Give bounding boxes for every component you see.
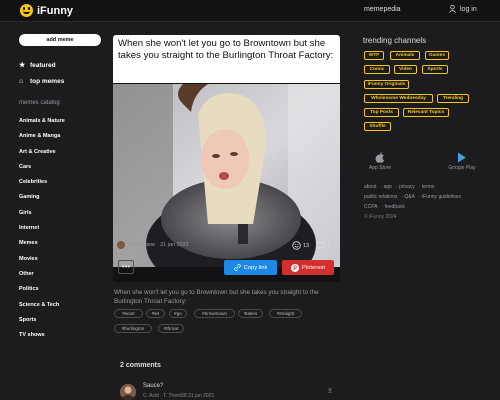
user-icon bbox=[449, 5, 456, 13]
logo[interactable]: iFunny bbox=[20, 4, 73, 17]
channel-chip[interactable]: iFunny Originals bbox=[364, 80, 409, 89]
category-item[interactable]: Internet bbox=[19, 225, 65, 240]
tag[interactable]: #go bbox=[169, 309, 187, 318]
tag[interactable]: #throat bbox=[158, 324, 184, 333]
channel-chip[interactable]: Sports bbox=[422, 65, 448, 74]
channel-chip[interactable]: Animals bbox=[390, 51, 420, 60]
author-avatar bbox=[117, 241, 125, 249]
star-icon: ★ bbox=[19, 62, 26, 69]
category-item[interactable]: Gaming bbox=[19, 194, 65, 209]
trending-channels-title: trending channels bbox=[363, 36, 427, 45]
author-name: ZeusBane bbox=[130, 242, 156, 248]
app-store-link[interactable]: App Store bbox=[366, 152, 394, 171]
login-button[interactable]: log in bbox=[449, 5, 477, 13]
footer-links: about · app · privacy · terms public relati… bbox=[364, 184, 461, 210]
smiles-count: 13 bbox=[303, 242, 310, 249]
smile-icon[interactable] bbox=[292, 241, 301, 250]
tag[interactable]: #burlington bbox=[114, 324, 152, 333]
nav-top-memes[interactable]: ⌂ top memes bbox=[19, 73, 64, 89]
tag[interactable]: #takes bbox=[238, 309, 263, 318]
comments-title: 2 comments bbox=[120, 362, 161, 369]
google-play-link[interactable]: Google Play bbox=[445, 152, 479, 171]
commenter-avatar[interactable] bbox=[120, 384, 136, 400]
channel-chip[interactable]: Shuffle bbox=[364, 122, 391, 131]
footer-link[interactable]: app bbox=[384, 184, 392, 190]
comment-meta: C. Acid · T. Them58 21 jan 2021 bbox=[143, 393, 215, 399]
reply-arrow-icon[interactable]: ⇯ bbox=[327, 387, 333, 395]
post-description: When she won't let you go to Browntown b… bbox=[114, 289, 319, 305]
category-item[interactable]: Movies bbox=[19, 256, 65, 271]
nav-top-memes-label: top memes bbox=[30, 77, 65, 85]
tag[interactable]: #wont bbox=[114, 309, 143, 318]
more-button[interactable]: ••• bbox=[118, 260, 134, 274]
catalog-title: memes catalog bbox=[19, 100, 60, 106]
category-item[interactable]: Celebrities bbox=[19, 179, 65, 194]
channel-chip[interactable]: Wholesome Wednesday bbox=[364, 94, 433, 103]
login-label: log in bbox=[460, 5, 477, 13]
footer-link[interactable]: terms bbox=[422, 184, 435, 190]
meme-caption: When she won't let you go to Browntown b… bbox=[113, 35, 340, 83]
add-meme-button[interactable]: add meme bbox=[19, 34, 101, 46]
top-bar: iFunny memepedia log in bbox=[0, 0, 500, 22]
footer-link[interactable]: feedback bbox=[385, 204, 405, 210]
channel-chip[interactable]: Top Posts bbox=[364, 108, 399, 117]
footer-link[interactable]: Q&A bbox=[404, 194, 415, 200]
category-item[interactable]: Girls bbox=[19, 210, 65, 225]
nav-featured[interactable]: ★ featured bbox=[19, 57, 64, 73]
comment-text: Sauce? bbox=[143, 383, 164, 389]
app-store-label: App Store bbox=[368, 165, 392, 171]
footer-link[interactable]: privacy bbox=[399, 184, 415, 190]
logo-text: iFunny bbox=[37, 4, 74, 17]
link-icon bbox=[233, 264, 241, 271]
category-item[interactable]: Politics bbox=[19, 286, 65, 301]
category-item[interactable]: Memes bbox=[19, 240, 65, 255]
post-stats: 13 2 bbox=[292, 241, 330, 250]
smiley-logo-icon bbox=[20, 4, 33, 17]
category-item[interactable]: Cars bbox=[19, 164, 65, 179]
category-item[interactable]: Other bbox=[19, 271, 65, 286]
comments-count: 2 bbox=[327, 242, 331, 249]
category-item[interactable]: Sports bbox=[19, 317, 65, 332]
channel-chip[interactable]: Relevant Topics bbox=[403, 108, 449, 117]
pinterest-label: Pinterest bbox=[302, 264, 325, 271]
comment-icon[interactable] bbox=[316, 241, 325, 250]
apple-icon bbox=[375, 152, 384, 163]
category-item[interactable]: TV shows bbox=[19, 332, 65, 347]
footer-link[interactable]: iFunny guidelines bbox=[422, 194, 461, 200]
channel-chip[interactable]: Games bbox=[425, 51, 449, 60]
house-icon: ⌂ bbox=[19, 77, 24, 85]
channel-chip[interactable]: Trending bbox=[437, 94, 469, 103]
footer-link[interactable]: CCPA bbox=[364, 204, 378, 210]
google-play-icon bbox=[458, 152, 466, 163]
category-item[interactable]: Art & Creative bbox=[19, 149, 65, 164]
copy-link-label: Copy link bbox=[243, 264, 268, 271]
tag[interactable]: #let bbox=[146, 309, 165, 318]
footer-link[interactable]: public relations bbox=[364, 194, 397, 200]
meme-photo[interactable] bbox=[113, 84, 340, 267]
tag[interactable]: #straight bbox=[269, 309, 302, 318]
post-date: 21 jan 2021 bbox=[160, 242, 189, 248]
channel-chip[interactable]: WTF bbox=[364, 51, 384, 60]
nav-featured-label: featured bbox=[30, 61, 56, 69]
pinterest-icon: p bbox=[291, 263, 300, 272]
google-play-label: Google Play bbox=[448, 165, 476, 171]
footer-link[interactable]: about bbox=[364, 184, 377, 190]
category-list: Animals & Nature Anime & Manga Art & Cre… bbox=[19, 118, 65, 347]
channel-chip[interactable]: Comic bbox=[364, 65, 390, 74]
category-item[interactable]: Animals & Nature bbox=[19, 118, 65, 133]
tag[interactable]: #browntown bbox=[194, 309, 235, 318]
copy-link-button[interactable]: Copy link bbox=[224, 260, 277, 275]
category-item[interactable]: Science & Tech bbox=[19, 302, 65, 317]
category-item[interactable]: Anime & Manga bbox=[19, 133, 65, 148]
memepedia-link[interactable]: memepedia bbox=[364, 6, 401, 13]
post-author[interactable]: ZeusBane 21 jan 2021 bbox=[117, 241, 189, 249]
copyright: © iFunny 2024 bbox=[364, 214, 397, 220]
channel-chip[interactable]: Video bbox=[394, 65, 417, 74]
primary-nav: ★ featured ⌂ top memes bbox=[19, 57, 64, 89]
pinterest-button[interactable]: p Pinterest bbox=[282, 260, 334, 275]
